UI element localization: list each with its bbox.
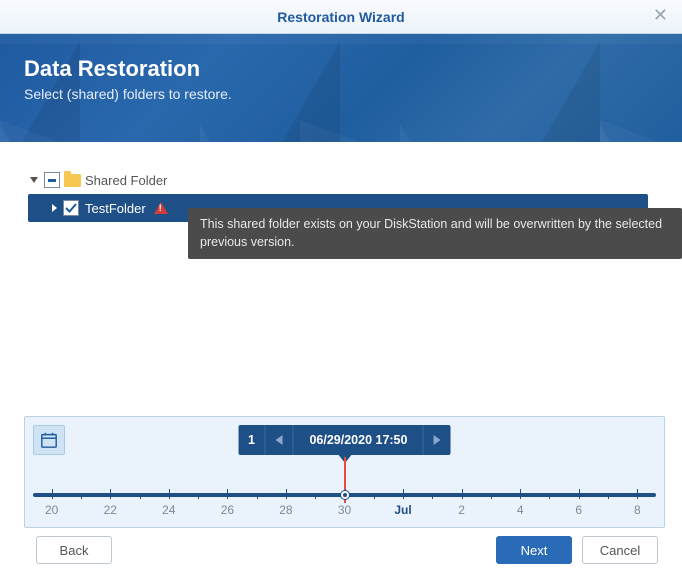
page-subheading: Select (shared) folders to restore. bbox=[24, 86, 658, 102]
back-button[interactable]: Back bbox=[36, 536, 112, 564]
version-datetime: 06/29/2020 17:50 bbox=[294, 425, 424, 455]
prev-version-button[interactable] bbox=[266, 425, 294, 455]
timeline-tick-label: 4 bbox=[517, 503, 524, 517]
timeline-tick-label: 30 bbox=[338, 503, 351, 517]
timeline-handle[interactable] bbox=[341, 491, 349, 499]
close-icon[interactable]: ✕ bbox=[653, 6, 668, 24]
timeline-tick-label: 22 bbox=[104, 503, 117, 517]
version-navigator: 1 06/29/2020 17:50 bbox=[238, 425, 451, 455]
chevron-right-icon[interactable] bbox=[52, 204, 57, 212]
chevron-right-icon bbox=[434, 435, 441, 445]
calendar-icon bbox=[40, 431, 58, 449]
timeline-tick-label: 20 bbox=[45, 503, 58, 517]
timeline-tick-label: Jul bbox=[394, 503, 411, 517]
next-version-button[interactable] bbox=[424, 425, 451, 455]
checkbox-indeterminate[interactable] bbox=[44, 172, 60, 188]
page-heading: Data Restoration bbox=[24, 56, 658, 82]
tree-root-row[interactable]: Shared Folder bbox=[24, 172, 658, 188]
timeline-tick-label: 26 bbox=[221, 503, 234, 517]
timeline-tick-label: 28 bbox=[279, 503, 292, 517]
footer: Back Next Cancel bbox=[0, 532, 682, 578]
window-title: Restoration Wizard bbox=[277, 9, 404, 25]
next-button[interactable]: Next bbox=[496, 536, 572, 564]
title-bar: Restoration Wizard ✕ bbox=[0, 0, 682, 34]
hero-banner: Data Restoration Select (shared) folders… bbox=[0, 34, 682, 142]
cancel-button[interactable]: Cancel bbox=[582, 536, 658, 564]
warning-icon bbox=[154, 202, 168, 214]
tree-root-label: Shared Folder bbox=[85, 173, 167, 188]
timeline-tick-label: 8 bbox=[634, 503, 641, 517]
timeline-labels: 202224262830Jul2468 bbox=[33, 503, 656, 521]
content-area: Shared Folder TestFolder This shared fol… bbox=[0, 142, 682, 222]
tree-child-label: TestFolder bbox=[85, 201, 146, 216]
folder-icon bbox=[64, 174, 81, 187]
timeline-tick-label: 24 bbox=[162, 503, 175, 517]
tooltip: This shared folder exists on your DiskSt… bbox=[188, 208, 682, 259]
timeline-tick-label: 2 bbox=[458, 503, 465, 517]
chevron-left-icon bbox=[276, 435, 283, 445]
tooltip-text: This shared folder exists on your DiskSt… bbox=[200, 217, 662, 249]
timeline-tick-label: 6 bbox=[575, 503, 582, 517]
version-count: 1 bbox=[238, 425, 266, 455]
calendar-button[interactable] bbox=[33, 425, 65, 455]
checkbox-checked[interactable] bbox=[63, 200, 79, 216]
chevron-down-icon[interactable] bbox=[30, 177, 38, 183]
timeline-panel: 1 06/29/2020 17:50 202224262830Jul2468 bbox=[24, 416, 665, 528]
